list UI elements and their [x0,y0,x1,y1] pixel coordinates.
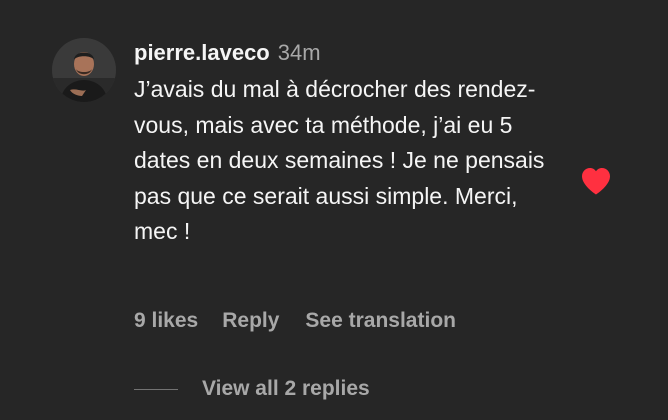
view-replies-button[interactable]: View all 2 replies [134,374,370,404]
comment-actions: 9 likes Reply See translation [134,306,456,336]
likes-count[interactable]: 9 likes [134,309,198,333]
reply-button[interactable]: Reply [222,309,279,333]
see-translation-button[interactable]: See translation [305,309,456,333]
comment-body: pierre.laveco 34m J’avais du mal à décroc… [134,38,564,250]
avatar[interactable] [52,38,116,102]
comment: pierre.laveco 34m J’avais du mal à décroc… [0,0,668,420]
timestamp: 34m [277,40,321,65]
replies-divider-line [134,388,178,390]
view-replies-label: View all 2 replies [202,377,370,400]
comment-header: pierre.laveco 34m [134,38,564,70]
profile-photo [52,38,116,102]
heart-filled-icon [582,168,610,195]
like-button[interactable] [580,166,612,196]
comment-text: J’avais du mal à décrocher des rendez-vo… [134,76,545,244]
username[interactable]: pierre.laveco [134,40,270,65]
